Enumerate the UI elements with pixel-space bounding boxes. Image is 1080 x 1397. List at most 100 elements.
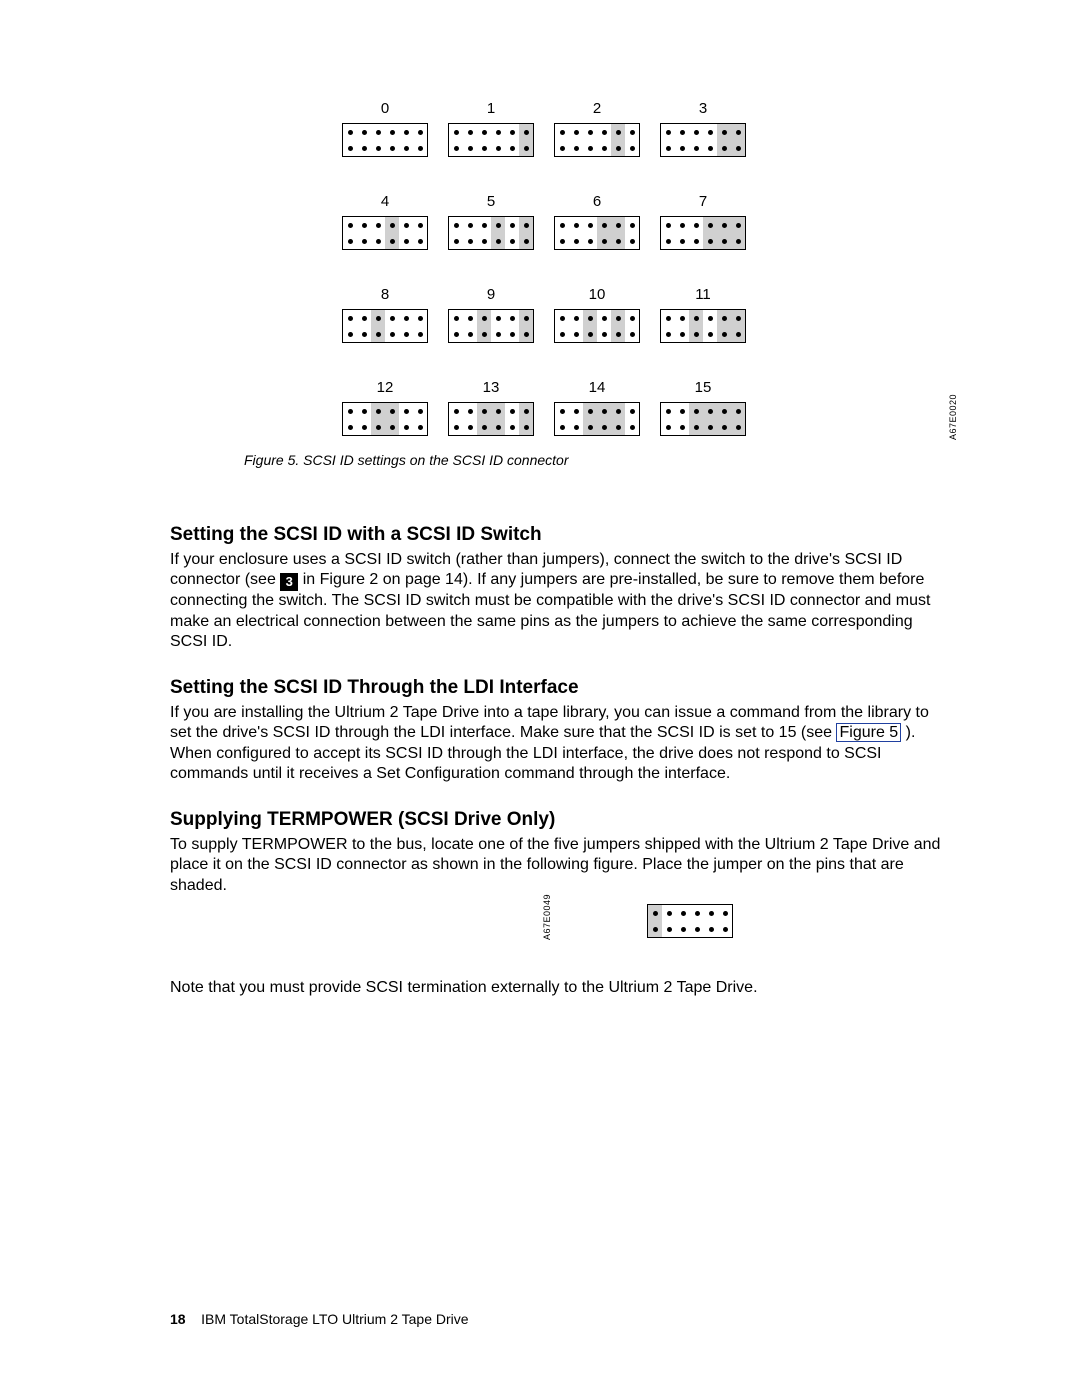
pin [385, 403, 399, 419]
pin [689, 419, 703, 435]
pin [661, 140, 675, 156]
figure-code: A67E0020 [948, 394, 958, 440]
section-heading-scsi-switch: Setting the SCSI ID with a SCSI ID Switc… [170, 524, 950, 546]
page-number: 18 [170, 1311, 186, 1327]
pin [731, 140, 745, 156]
pin [371, 310, 385, 326]
pin [413, 310, 427, 326]
pin [519, 124, 533, 140]
jumper-cell: 13 [446, 379, 536, 436]
pin [661, 217, 675, 233]
paragraph-termpower: To supply TERMPOWER to the bus, locate o… [170, 835, 950, 896]
pin [413, 403, 427, 419]
jumper-cell: 2 [552, 100, 642, 157]
jumper-id-label: 2 [552, 100, 642, 117]
pin [463, 233, 477, 249]
pin [597, 419, 611, 435]
pin [463, 124, 477, 140]
pin [583, 124, 597, 140]
pin [463, 326, 477, 342]
pin [399, 419, 413, 435]
pin [555, 140, 569, 156]
pin [611, 310, 625, 326]
pin [491, 419, 505, 435]
pin [519, 140, 533, 156]
pin [731, 233, 745, 249]
jumper-cell: 5 [446, 193, 536, 250]
pin [463, 140, 477, 156]
pin [569, 124, 583, 140]
pin [731, 310, 745, 326]
pin [689, 217, 703, 233]
pin [449, 217, 463, 233]
figure-5-caption: Figure 5. SCSI ID settings on the SCSI I… [244, 452, 950, 468]
pin [449, 326, 463, 342]
jumper-cell: 1 [446, 100, 536, 157]
pin [491, 217, 505, 233]
jumper-id-label: 0 [340, 100, 430, 117]
pin [583, 326, 597, 342]
jumper-cell: 14 [552, 379, 642, 436]
pin [731, 403, 745, 419]
jumper-connector [660, 123, 746, 157]
pin [519, 403, 533, 419]
pin [413, 140, 427, 156]
pin [625, 419, 639, 435]
pin [399, 140, 413, 156]
pin [597, 403, 611, 419]
jumper-connector [448, 216, 534, 250]
pin [597, 217, 611, 233]
pin [597, 140, 611, 156]
pin [385, 326, 399, 342]
pin [675, 217, 689, 233]
pin [343, 310, 357, 326]
pin [625, 326, 639, 342]
pin [477, 403, 491, 419]
pin [717, 217, 731, 233]
pin [583, 217, 597, 233]
pin [385, 419, 399, 435]
pin [385, 140, 399, 156]
pin [449, 233, 463, 249]
pin [449, 140, 463, 156]
pin [357, 403, 371, 419]
pin [648, 905, 662, 921]
pin [689, 310, 703, 326]
pin [690, 905, 704, 921]
pin [704, 921, 718, 937]
pin [385, 310, 399, 326]
pin [463, 310, 477, 326]
pin [555, 124, 569, 140]
pin [717, 140, 731, 156]
pin [463, 419, 477, 435]
pin [611, 124, 625, 140]
callout-number-3: 3 [280, 573, 298, 591]
link-figure-5[interactable]: Figure 5 [836, 723, 901, 742]
pin [399, 124, 413, 140]
pin [555, 310, 569, 326]
jumper-id-label: 5 [446, 193, 536, 210]
pin [413, 419, 427, 435]
pin [399, 403, 413, 419]
pin [357, 326, 371, 342]
pin [569, 419, 583, 435]
pin [555, 217, 569, 233]
jumper-id-label: 14 [552, 379, 642, 396]
pin [675, 140, 689, 156]
pin [371, 419, 385, 435]
pin [625, 403, 639, 419]
pin [519, 419, 533, 435]
pin [703, 403, 717, 419]
pin [413, 233, 427, 249]
pin [343, 326, 357, 342]
pin [477, 233, 491, 249]
pin [385, 124, 399, 140]
pin [703, 233, 717, 249]
pin [413, 217, 427, 233]
pin [625, 217, 639, 233]
pin [491, 326, 505, 342]
figure-code: A67E0049 [542, 894, 552, 940]
jumper-id-label: 7 [658, 193, 748, 210]
pin [731, 419, 745, 435]
jumper-id-label: 11 [658, 286, 748, 303]
